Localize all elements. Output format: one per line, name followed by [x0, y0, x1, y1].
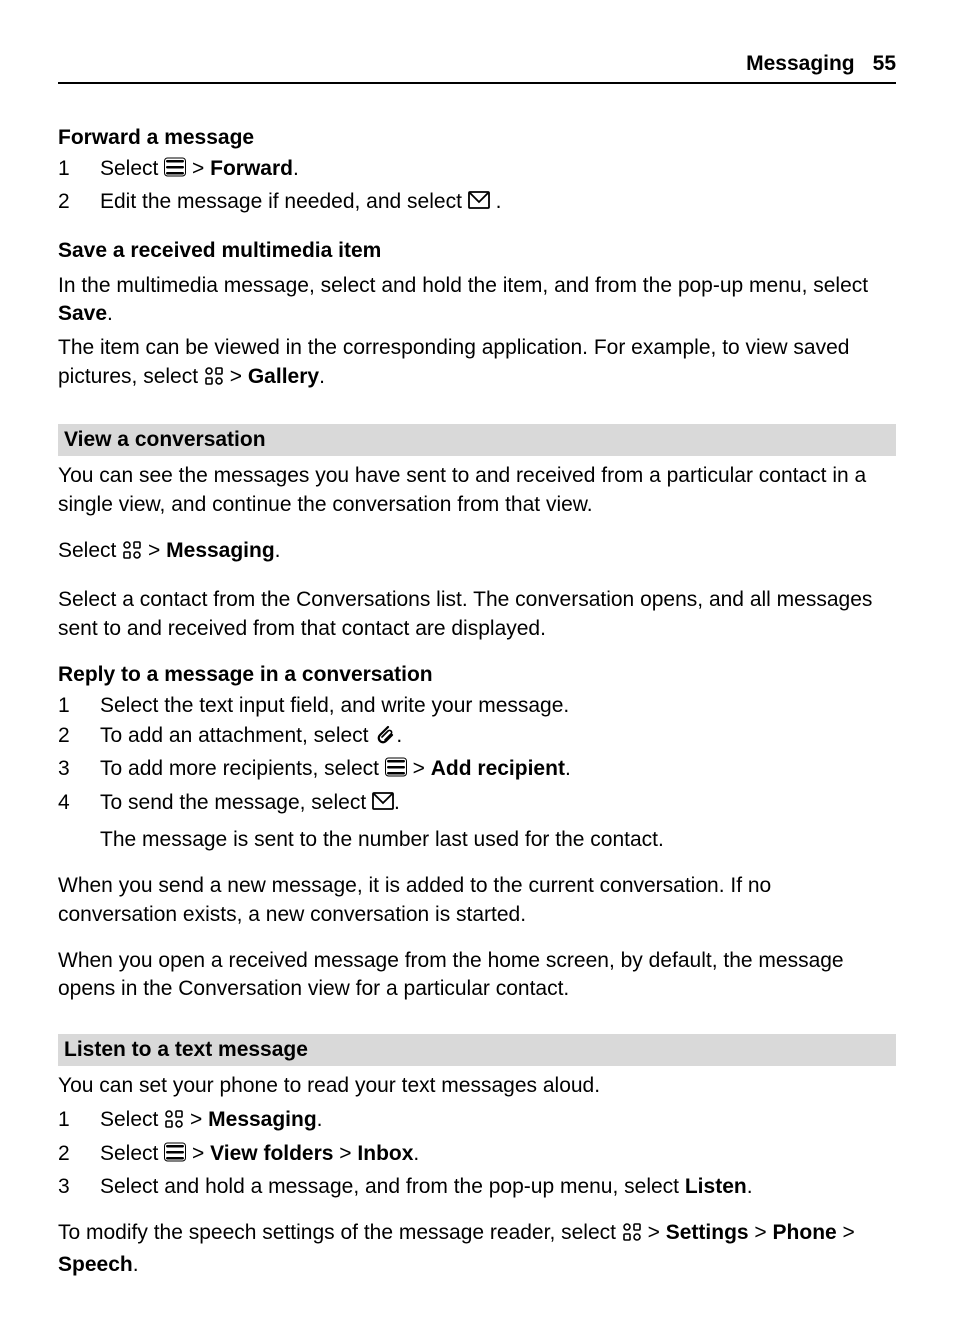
menu-icon: [164, 156, 186, 186]
step-body: Select > View folders > Inbox.: [100, 1140, 896, 1171]
step-body: Select and hold a message, and from the …: [100, 1173, 896, 1201]
step-number: 1: [58, 1106, 100, 1134]
apps-icon: [204, 366, 224, 394]
section-listen-text-message: Listen to a text message: [58, 1034, 896, 1066]
step-number: 2: [58, 722, 100, 750]
menu-icon: [385, 756, 407, 786]
step-number: 3: [58, 755, 100, 783]
paragraph: Select a contact from the Conversations …: [58, 586, 896, 643]
paragraph: When you send a new message, it is added…: [58, 872, 896, 929]
step-number: 1: [58, 692, 100, 720]
apps-icon: [622, 1222, 642, 1250]
heading-reply-conversation: Reply to a message in a conversation: [58, 661, 896, 689]
paragraph: You can see the messages you have sent t…: [58, 462, 896, 519]
step-body: Select > Messaging.: [100, 1106, 896, 1137]
apps-icon: [122, 540, 142, 568]
step-number: 1: [58, 155, 100, 183]
heading-forward-message: Forward a message: [58, 124, 896, 152]
page-header: Messaging 55: [58, 50, 896, 84]
reply-steps: 1 Select the text input field, and write…: [58, 692, 896, 820]
step-body: Select the text input field, and write y…: [100, 692, 896, 720]
send-icon: [468, 189, 490, 219]
step-number: 3: [58, 1173, 100, 1201]
menu-icon: [164, 1141, 186, 1171]
attachment-icon: [374, 723, 396, 753]
paragraph: Select > Messaging.: [58, 537, 896, 568]
forward-steps: 1 Select > Forward. 2 Edit the message i…: [58, 155, 896, 220]
paragraph: In the multimedia message, select and ho…: [58, 272, 896, 329]
paragraph: To modify the speech settings of the mes…: [58, 1219, 896, 1279]
listen-steps: 1 Select > Messaging. 2 Select > View fo…: [58, 1106, 896, 1201]
step-body: Edit the message if needed, and select .: [100, 188, 896, 219]
step-body: Select > Forward.: [100, 155, 896, 186]
step-number: 2: [58, 188, 100, 216]
header-title: Messaging: [746, 50, 855, 78]
step-body: To send the message, select .: [100, 789, 896, 820]
apps-icon: [164, 1109, 184, 1137]
heading-save-multimedia: Save a received multimedia item: [58, 237, 896, 265]
paragraph: You can set your phone to read your text…: [58, 1072, 896, 1100]
step-number: 4: [58, 789, 100, 817]
section-view-conversation: View a conversation: [58, 424, 896, 456]
send-icon: [372, 790, 394, 820]
step-number: 2: [58, 1140, 100, 1168]
step-body: To add more recipients, select > Add rec…: [100, 755, 896, 786]
paragraph: The item can be viewed in the correspond…: [58, 334, 896, 394]
step-note: The message is sent to the number last u…: [100, 826, 896, 854]
paragraph: When you open a received message from th…: [58, 947, 896, 1004]
step-body: To add an attachment, select .: [100, 722, 896, 753]
header-page-number: 55: [873, 50, 896, 78]
page: Messaging 55 Forward a message 1 Select …: [0, 0, 954, 1325]
